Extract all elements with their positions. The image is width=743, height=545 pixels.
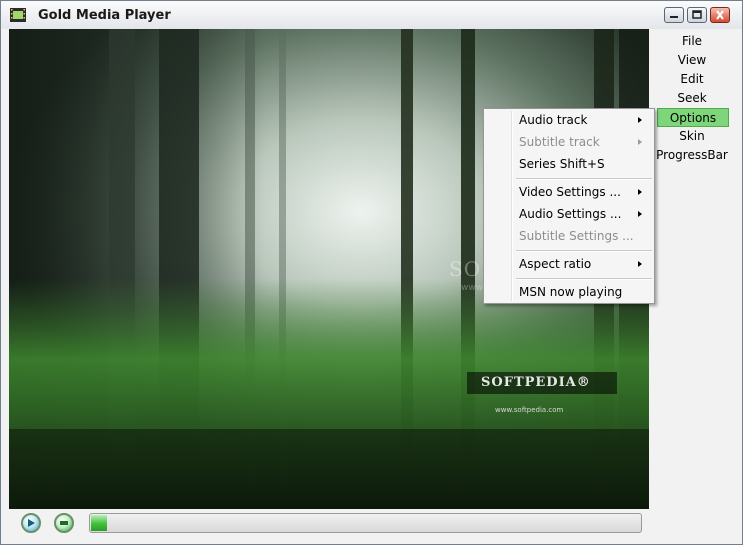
side-menu-file[interactable]: File: [651, 32, 733, 51]
maximize-button[interactable]: [687, 7, 707, 23]
film-icon: [10, 8, 26, 22]
menu-item-audio-settings[interactable]: Audio Settings ...: [486, 203, 652, 225]
window-title: Gold Media Player: [38, 8, 171, 23]
submenu-arrow-icon: [638, 211, 642, 217]
stop-button[interactable]: [54, 513, 74, 533]
menu-item-series[interactable]: Series Shift+S: [486, 153, 652, 175]
maximize-icon: [692, 10, 702, 19]
menu-item-label: Video Settings ...: [519, 185, 621, 199]
menu-item-label: Subtitle Settings ...: [519, 229, 634, 243]
options-context-menu: Audio track Subtitle track Series Shift+…: [483, 108, 655, 304]
menu-separator: [516, 278, 652, 280]
close-button[interactable]: [710, 7, 730, 23]
menu-item-subtitle-settings[interactable]: Subtitle Settings ...: [486, 225, 652, 247]
menu-item-msn-now-playing[interactable]: MSN now playing: [486, 281, 652, 303]
menu-separator: [516, 178, 652, 180]
menu-item-label: Subtitle track: [519, 135, 600, 149]
app-window: Gold Media Player SOFTPEDIA® www.softped…: [0, 0, 743, 545]
play-button[interactable]: [21, 513, 41, 533]
side-menu-skin[interactable]: Skin: [651, 127, 733, 146]
submenu-arrow-icon: [638, 117, 642, 123]
submenu-arrow-icon: [638, 139, 642, 145]
menu-item-label: MSN now playing: [519, 285, 623, 299]
play-icon: [28, 519, 35, 527]
progress-fill: [91, 515, 108, 531]
menu-separator: [516, 250, 652, 252]
title-bar[interactable]: Gold Media Player: [1, 1, 742, 29]
menu-item-aspect-ratio[interactable]: Aspect ratio: [486, 253, 652, 275]
submenu-arrow-icon: [638, 261, 642, 267]
progress-bar[interactable]: [89, 513, 642, 533]
menu-item-label: Series Shift+S: [519, 157, 605, 171]
side-menu-seek[interactable]: Seek: [651, 89, 733, 108]
side-menu-progressbar[interactable]: ProgressBar: [651, 146, 733, 165]
menu-item-label: Audio track: [519, 113, 588, 127]
softpedia-logo-url: www.softpedia.com: [495, 406, 564, 414]
side-menu: File View Edit Seek Options Skin Progres…: [651, 32, 733, 165]
minimize-button[interactable]: [664, 7, 684, 23]
close-icon: [716, 10, 724, 20]
stop-icon: [60, 521, 68, 525]
softpedia-logo: SOFTPEDIA®: [481, 375, 591, 390]
side-menu-edit[interactable]: Edit: [651, 70, 733, 89]
menu-item-audio-track[interactable]: Audio track: [486, 109, 652, 131]
minimize-icon: [670, 16, 678, 18]
menu-item-subtitle-track[interactable]: Subtitle track: [486, 131, 652, 153]
menu-item-video-settings[interactable]: Video Settings ...: [486, 181, 652, 203]
menu-item-label: Aspect ratio: [519, 257, 592, 271]
submenu-arrow-icon: [638, 189, 642, 195]
side-menu-view[interactable]: View: [651, 51, 733, 70]
side-menu-options[interactable]: Options: [657, 108, 729, 127]
playback-controls: [9, 509, 735, 539]
menu-item-label: Audio Settings ...: [519, 207, 622, 221]
